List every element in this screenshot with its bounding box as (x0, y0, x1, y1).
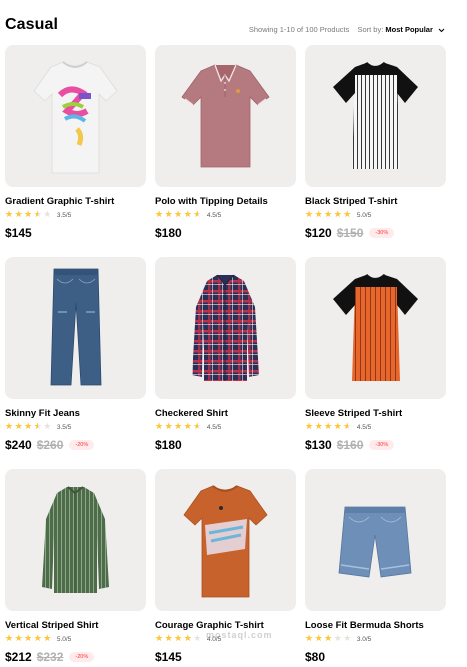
page-title: Casual (5, 16, 59, 33)
star-rating-icon: ★★★★★★★★★★ (305, 422, 353, 432)
results-count: Showing 1-10 of 100 Products (248, 25, 350, 34)
old-price: $260 (36, 438, 64, 452)
price-row: $145 (5, 226, 32, 240)
price: $130 (305, 438, 332, 452)
watermark-text: mostaql.com (206, 630, 273, 640)
price-row: $80 (305, 650, 325, 664)
rating-text: 5.0/5 (56, 635, 72, 643)
price: $180 (155, 226, 182, 240)
product-name[interactable]: Gradient Graphic T-shirt (5, 196, 114, 207)
product-image[interactable] (305, 469, 446, 611)
product-name[interactable]: Sleeve Striped T-shirt (305, 408, 402, 419)
jeans-icon (50, 268, 102, 386)
product-rating: ★★★★★★★★★★ 3.5/5 (5, 422, 71, 432)
price: $145 (155, 650, 182, 664)
old-price: $150 (336, 226, 364, 240)
results-toolbar: Showing 1-10 of 100 Products Sort by: Mo… (249, 25, 445, 35)
price-row: $240 $260 -20% (5, 438, 95, 452)
tshirt-graphic-icon (33, 61, 118, 174)
old-price: $160 (336, 438, 364, 452)
page-header: Casual Showing 1-10 of 100 Products Sort… (5, 16, 445, 38)
discount-badge: -20% (69, 652, 95, 662)
product-name[interactable]: Skinny Fit Jeans (5, 408, 80, 419)
product-rating: ★★★★★ ★★★★★ 5.0/5 (305, 210, 371, 220)
price-row: $212 $232 -20% (5, 650, 95, 664)
price: $80 (305, 650, 326, 664)
star-rating-icon: ★★★★★★★★★★ (305, 634, 353, 644)
price-row: $180 (155, 226, 182, 240)
old-price: $232 (36, 650, 64, 664)
star-rating-icon: ★★★★★★★★★★ (5, 634, 53, 644)
star-rating-icon: ★★★★★★★★★★ (155, 422, 203, 432)
rating-text: 4.5/5 (206, 211, 222, 219)
rating-text: 5.0/5 (356, 211, 372, 219)
rating-text: 3.5/5 (56, 211, 72, 219)
product-image[interactable] (155, 45, 296, 187)
price-row: $145 (155, 650, 182, 664)
price: $212 (5, 650, 32, 664)
product-image[interactable] (305, 257, 446, 399)
price-row: $130 $160 -30% (305, 438, 395, 452)
discount-badge: -30% (369, 440, 395, 450)
raglan-tshirt-icon (333, 273, 418, 381)
rating-text: 3.0/5 (356, 635, 372, 643)
sort-dropdown[interactable]: Sort by: Most Popular (357, 25, 445, 34)
product-image[interactable] (5, 45, 146, 187)
product-rating: ★★★★★ ★★★★★ 5.0/5 (5, 634, 71, 644)
rating-text: 3.5/5 (56, 423, 72, 431)
star-rating-icon: ★★★★★★★★★★ (155, 210, 203, 220)
star-rating-icon: ★★★★★★★★★★ (5, 422, 53, 432)
product-name[interactable]: Black Striped T-shirt (305, 196, 397, 207)
price-row: $120 $150 -30% (305, 226, 395, 240)
rating-text: 4.5/5 (206, 423, 222, 431)
product-name[interactable]: Loose Fit Bermuda Shorts (305, 620, 424, 631)
sort-label: Sort by: (357, 25, 384, 34)
discount-badge: -30% (369, 228, 395, 238)
tshirt-graphic-icon (183, 485, 268, 598)
star-rating-icon: ★★★★★★★★★★ (155, 634, 203, 644)
checkered-shirt-icon (192, 274, 259, 381)
striped-tshirt-icon (333, 61, 418, 169)
striped-shirt-icon (42, 486, 109, 593)
price: $180 (155, 438, 182, 452)
chevron-down-icon[interactable] (438, 26, 445, 35)
polo-shirt-icon (181, 64, 270, 168)
product-rating: ★★★★★★★★★★ 4.5/5 (155, 422, 221, 432)
product-name[interactable]: Vertical Striped Shirt (5, 620, 98, 631)
product-image[interactable] (5, 469, 146, 611)
product-rating: ★★★★★★★★★★ 3.5/5 (5, 210, 71, 220)
product-image[interactable] (155, 469, 296, 611)
price: $145 (5, 226, 32, 240)
star-rating-icon: ★★★★★★★★★★ (305, 210, 353, 220)
discount-badge: -20% (69, 440, 95, 450)
product-rating: ★★★★★★★★★★ 4.5/5 (155, 210, 221, 220)
product-image[interactable] (5, 257, 146, 399)
price: $240 (5, 438, 32, 452)
price: $120 (305, 226, 332, 240)
price-row: $180 (155, 438, 182, 452)
product-name[interactable]: Checkered Shirt (155, 408, 228, 419)
sort-value: Most Popular (385, 25, 433, 34)
star-rating-icon: ★★★★★★★★★★ (5, 210, 53, 220)
rating-text: 4.5/5 (356, 423, 372, 431)
product-image[interactable] (305, 45, 446, 187)
shorts-icon (338, 506, 412, 578)
product-image[interactable] (155, 257, 296, 399)
product-rating: ★★★★★★★★★★ 4.5/5 (305, 422, 371, 432)
product-name[interactable]: Polo with Tipping Details (155, 196, 268, 207)
product-rating: ★★★★★★★★★★ 3.0/5 (305, 634, 371, 644)
